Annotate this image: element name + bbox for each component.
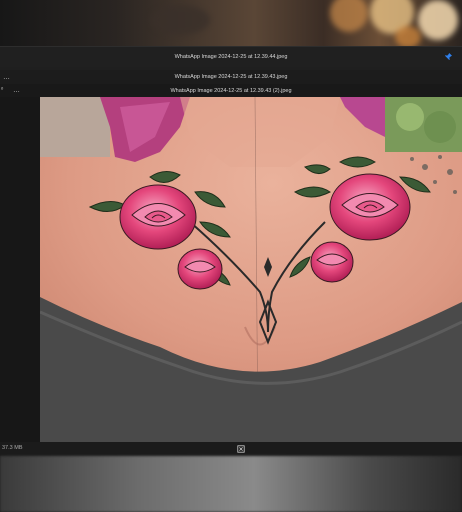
window-titlebar[interactable]: WhatsApp Image 2024-12-25 at 12.39.44.jp… [0, 47, 462, 67]
back-icon[interactable]: ᵒ [1, 87, 6, 93]
fit-to-window-icon[interactable] [237, 445, 245, 453]
window-titlebar[interactable]: ᵒ … WhatsApp Image 2024-12-25 at 12.39.4… [0, 84, 462, 97]
window-title: WhatsApp Image 2024-12-25 at 12.39.43.jp… [174, 74, 288, 80]
image-viewer-window-middle[interactable]: … WhatsApp Image 2024-12-25 at 12.39.43.… [0, 70, 462, 84]
window-title: WhatsApp Image 2024-12-25 at 12.39.44.jp… [174, 54, 288, 60]
window-title: WhatsApp Image 2024-12-25 at 12.39.43 (2… [170, 87, 292, 94]
file-size: 37.3 MB [2, 445, 23, 451]
desktop-backdrop-bottom [0, 456, 462, 512]
status-bar: 37.3 MB [0, 442, 462, 456]
desktop-backdrop-top [0, 0, 462, 48]
pin-icon[interactable] [445, 53, 452, 60]
more-options-icon[interactable]: … [3, 70, 11, 84]
window-titlebar[interactable]: … WhatsApp Image 2024-12-25 at 12.39.43.… [0, 70, 462, 84]
tattoo-photo [40, 97, 462, 442]
image-viewer-window-front[interactable]: ᵒ … WhatsApp Image 2024-12-25 at 12.39.4… [0, 84, 462, 456]
more-options-icon[interactable]: … [13, 84, 21, 97]
side-panel [0, 97, 40, 442]
